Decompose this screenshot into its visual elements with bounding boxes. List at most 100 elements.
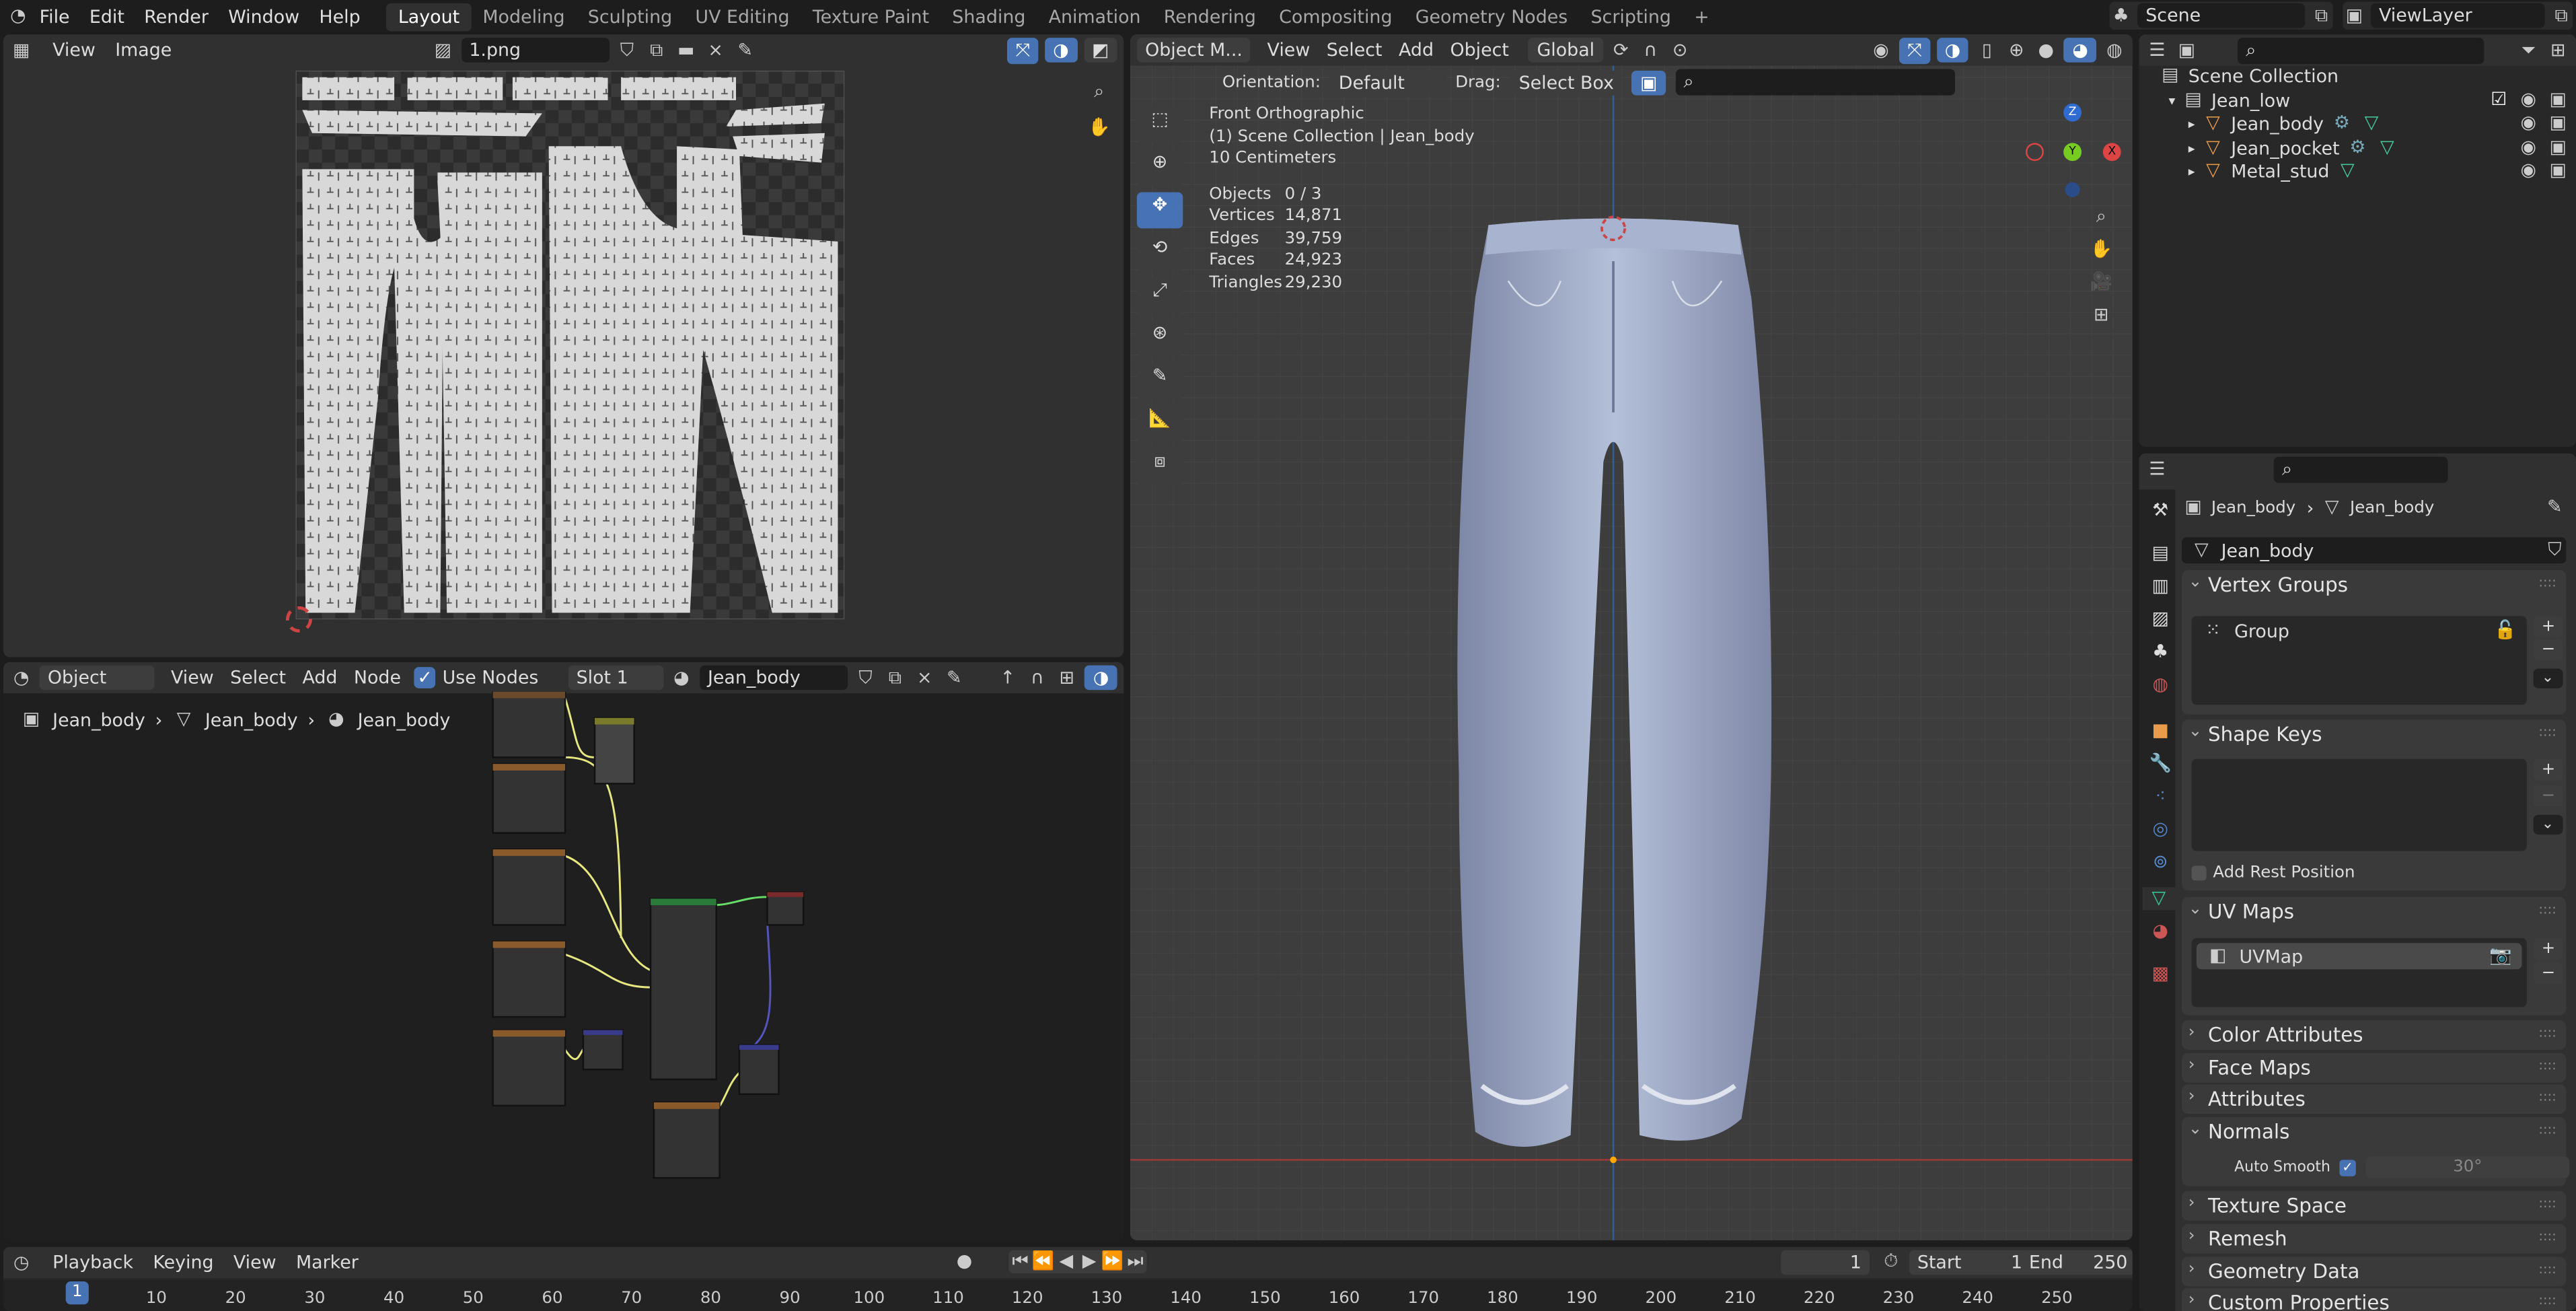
particles-tab-icon[interactable]: ⁖ — [2149, 785, 2172, 808]
jump-start-icon[interactable]: ⏮ — [1008, 1250, 1031, 1273]
add-button[interactable]: + — [2533, 758, 2564, 781]
zoom-icon[interactable]: ⌕ — [2090, 205, 2112, 228]
stopwatch-icon[interactable]: ⏱ — [1880, 1250, 1903, 1273]
material-icon[interactable]: ◕ — [670, 666, 693, 689]
eye-icon[interactable]: ◉ — [2517, 112, 2540, 135]
add-workspace-button[interactable]: + — [1683, 3, 1721, 30]
geometry-data-panel[interactable]: › Geometry Data:::: — [2181, 1256, 2567, 1287]
collapse-chevron-icon[interactable]: ⌄ — [2188, 573, 2202, 592]
scale-tool-icon[interactable]: ⤢ — [1136, 277, 1183, 314]
specials-menu-button[interactable]: ⌄ — [2533, 814, 2563, 835]
fake-user-icon[interactable]: ⛉ — [854, 666, 877, 689]
transform-tool-icon[interactable]: ⊛ — [1136, 320, 1183, 357]
scene-name[interactable]: Scene — [2137, 3, 2306, 28]
transform-orientation-dropdown[interactable]: Global — [1529, 38, 1603, 63]
panel-title[interactable]: Vertex Groups — [2208, 573, 2348, 596]
list-item[interactable]: ◧ UVMap 📷 — [2196, 943, 2522, 970]
node[interactable] — [492, 1029, 566, 1107]
node[interactable] — [738, 1044, 780, 1095]
tool-tab-icon[interactable]: ⚒ — [2149, 499, 2172, 522]
node[interactable] — [653, 1101, 721, 1179]
menu-view[interactable]: View — [52, 40, 96, 61]
outliner-row-jean-pocket[interactable]: ▸ ▽ Jean_pocket ⚙ ▽ ◉ ▣ — [2188, 137, 2570, 160]
menu-window[interactable]: Window — [219, 6, 309, 28]
panel-title[interactable]: Texture Space — [2208, 1195, 2347, 1217]
camera-icon[interactable]: 🎥 — [2090, 271, 2112, 294]
menu-edit[interactable]: Edit — [79, 6, 134, 28]
gizmo-neg-z[interactable] — [2065, 182, 2080, 197]
zoom-icon[interactable]: ⌕ — [1088, 81, 1111, 104]
snap-options-icon[interactable]: ⊞ — [1056, 666, 1078, 689]
use-nodes-label[interactable]: Use Nodes — [443, 667, 539, 688]
menu-node[interactable]: Node — [354, 667, 401, 688]
fake-user-icon[interactable]: ⛉ — [2543, 539, 2566, 562]
new-collection-icon[interactable]: ⊞ — [2546, 38, 2569, 61]
annotate-tool-icon[interactable]: ✎ — [1136, 363, 1183, 400]
menu-view[interactable]: View — [1267, 40, 1311, 61]
new-image-icon[interactable]: ⧉ — [645, 38, 668, 61]
output-tab-icon[interactable]: ▥ — [2149, 575, 2172, 598]
tab-rendering[interactable]: Rendering — [1152, 3, 1267, 30]
panel-title[interactable]: Shape Keys — [2208, 723, 2322, 746]
mode-dropdown[interactable]: Object M... — [1136, 38, 1251, 63]
tab-texture-paint[interactable]: Texture Paint — [801, 3, 941, 30]
overlay-toggle-icon[interactable]: ◑ — [1936, 38, 1969, 63]
mesh-data-tab-icon[interactable]: ▽ — [2142, 887, 2176, 911]
end-frame-field[interactable]: End 250 — [2020, 1250, 2133, 1275]
color-attributes-panel[interactable]: › Color Attributes:::: — [2181, 1020, 2567, 1050]
rotate-tool-icon[interactable]: ⟲ — [1136, 235, 1183, 271]
list-item[interactable]: ⁙ Group 🔓 — [2192, 616, 2527, 645]
outliner-row-metal-stud[interactable]: ▸ ▽ Metal_stud ▽ ◉ ▣ — [2188, 160, 2570, 182]
panel-title[interactable]: Normals — [2208, 1121, 2289, 1143]
material-tab-icon[interactable]: ◕ — [2149, 920, 2172, 943]
view-layer-name[interactable]: ViewLayer — [2370, 3, 2545, 28]
mesh-name-field[interactable]: ▽ Jean_body ⛉ — [2181, 537, 2567, 564]
drag-grip-icon[interactable]: :::: — [2538, 575, 2556, 590]
scene-tab-icon[interactable]: ♣ — [2149, 641, 2172, 664]
eye-icon[interactable]: ◉ — [2517, 137, 2540, 160]
tab-modeling[interactable]: Modeling — [471, 3, 576, 30]
measure-tool-icon[interactable]: 📐 — [1136, 405, 1183, 442]
render-tab-icon[interactable]: ▤ — [2149, 542, 2172, 565]
cursor-tool-icon[interactable]: ⊕ — [1136, 149, 1183, 186]
editor-type-icon[interactable]: ☰ — [2145, 458, 2168, 481]
panel-title[interactable]: Custom Properties — [2208, 1291, 2390, 1311]
copy-icon[interactable]: ⧉ — [2310, 4, 2332, 27]
snap-icon[interactable]: ∩ — [1026, 666, 1049, 689]
drag-dropdown[interactable]: Select Box — [1510, 69, 1623, 95]
camera-icon[interactable]: ▣ — [2546, 160, 2569, 182]
pan-hand-icon[interactable]: ✋ — [2090, 238, 2112, 261]
auto-smooth-angle-field[interactable]: 30° — [2365, 1156, 2570, 1178]
gizmo-z-axis[interactable]: Z — [2063, 103, 2082, 122]
node[interactable] — [492, 691, 566, 758]
node[interactable] — [766, 891, 805, 926]
add-rest-position-checkbox[interactable]: Add Rest Position — [2191, 864, 2355, 882]
slot-dropdown[interactable]: Slot 1 — [568, 665, 664, 690]
3d-viewport[interactable]: Object M... View Select Add Object Globa… — [1130, 34, 2133, 1241]
tab-uv-editing[interactable]: UV Editing — [684, 3, 801, 30]
custom-properties-panel[interactable]: › Custom Properties:::: — [2181, 1287, 2567, 1311]
jump-end-icon[interactable]: ⏭ — [1124, 1250, 1146, 1273]
menu-select[interactable]: Select — [230, 667, 286, 688]
fake-user-icon[interactable]: ⛉ — [616, 38, 638, 61]
auto-smooth-checkbox[interactable]: ✓ — [2339, 1160, 2356, 1176]
remove-button[interactable]: − — [2533, 785, 2564, 807]
xray-icon[interactable]: ▯ — [1975, 38, 1998, 61]
pin-icon[interactable]: ✎ — [943, 666, 965, 689]
world-tab-icon[interactable]: ◍ — [2149, 674, 2172, 697]
texture-space-panel[interactable]: › Texture Space:::: — [2181, 1191, 2567, 1221]
outliner-row-jean-body[interactable]: ▸ ▽ Jean_body ⚙ ▽ ◉ ▣ — [2188, 112, 2570, 135]
overlay-toggle-icon[interactable]: ◑ — [1084, 665, 1117, 690]
gizmo-toggle-icon[interactable]: ⤧ — [1007, 36, 1039, 63]
tab-scripting[interactable]: Scripting — [1579, 3, 1683, 30]
proportional-edit-icon[interactable]: ⊙ — [1668, 38, 1691, 61]
blender-logo-icon[interactable]: ◔ — [7, 5, 30, 28]
checkbox[interactable] — [2191, 865, 2207, 881]
editor-type-icon[interactable]: ◷ — [10, 1251, 33, 1274]
image-name-field[interactable]: 1.png — [461, 38, 609, 63]
add-button[interactable]: + — [2533, 937, 2564, 960]
next-keyframe-icon[interactable]: ⏩ — [1101, 1250, 1124, 1273]
constraints-tab-icon[interactable]: ⊚ — [2149, 851, 2172, 874]
menu-render[interactable]: Render — [135, 6, 219, 28]
close-icon[interactable]: × — [913, 666, 936, 689]
